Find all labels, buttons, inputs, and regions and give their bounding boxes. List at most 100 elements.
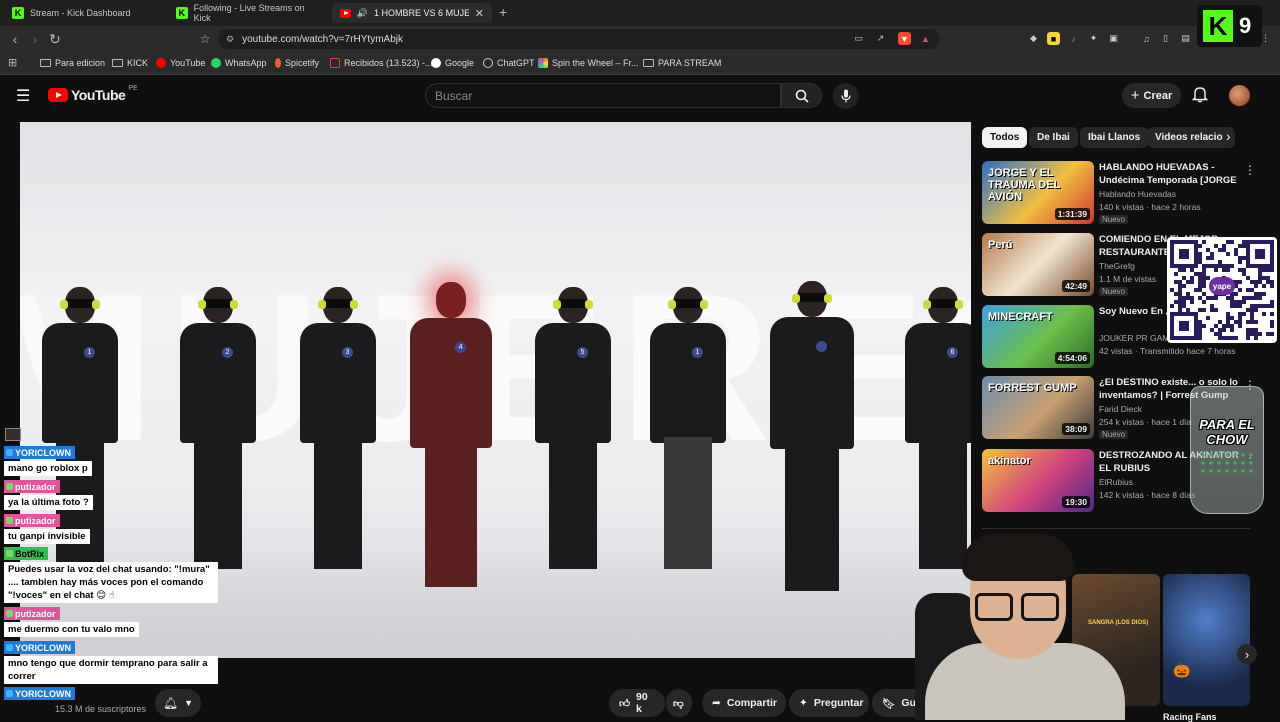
channel-name[interactable]: ElRubius [1099, 477, 1133, 487]
chat-username: putizador [4, 607, 60, 620]
bookmark-spicetify[interactable]: Spicetify [275, 55, 319, 71]
voice-search-button[interactable] [833, 83, 859, 109]
close-tab-icon[interactable]: ✕ [475, 7, 484, 20]
notifications-subscribe-button[interactable]: 🔔︎ ▼ [155, 689, 201, 717]
channel-name[interactable]: Farid Dieck [1099, 404, 1142, 414]
site-info-icon[interactable]: ⚙ [226, 34, 234, 45]
new-tab-button[interactable]: + [499, 4, 507, 20]
jersey-number [815, 341, 827, 352]
video-meta: 42 vistas · Transmitido hace 7 horas [1099, 346, 1236, 356]
reload-button[interactable]: ↻ [46, 30, 64, 48]
streamer-hair [962, 533, 1074, 581]
badge-icon [6, 610, 13, 617]
bookmark-label: Para edicion [55, 58, 106, 68]
streamer-webcam [915, 533, 1125, 720]
bookmark-youtube[interactable]: YouTube [156, 55, 205, 71]
video-duration: 4:54:06 [1054, 352, 1090, 364]
apps-grid-icon[interactable]: ⊞ [8, 56, 17, 69]
chat-username-text: BotRix [15, 548, 44, 559]
bookmark-google[interactable]: Google [431, 55, 474, 71]
video-thumbnail[interactable]: Perú 42:49 [982, 233, 1094, 296]
video-thumbnail[interactable]: JORGE Y EL TRAUMA DEL AVIÓN 1:31:39 [982, 161, 1094, 224]
extensions-puzzle-icon[interactable]: ✦ [1087, 32, 1100, 45]
yape-qr-code: yape [1167, 237, 1277, 343]
share-icon[interactable]: ↗ [874, 32, 887, 45]
folder-icon [112, 59, 123, 67]
wallet-icon[interactable]: ▤ [1179, 32, 1192, 45]
video-thumbnail[interactable]: FORREST GUMP 38:09 [982, 376, 1094, 439]
extension-diamond-icon[interactable]: ◆ [1027, 32, 1040, 45]
chip-de-ibai[interactable]: De Ibai [1029, 127, 1078, 148]
bookmark-chatgpt[interactable]: ChatGPT [483, 55, 535, 71]
video-thumbnail[interactable]: MINECRAFT 4:54:06 [982, 305, 1094, 368]
extension-sound-icon[interactable]: ♪ [1067, 32, 1080, 45]
audio-playing-icon[interactable]: 🔊 [357, 8, 368, 19]
kick-viewer-badge: K 9 [1197, 5, 1262, 47]
chat-username: YORICLOWN [4, 641, 75, 654]
brave-shield-icon[interactable]: ▼ [898, 32, 911, 45]
bookmark-whatsapp[interactable]: WhatsApp [211, 55, 267, 71]
chat-username: YORICLOWN [4, 446, 75, 459]
jar-label: PARA EL CHOW [1199, 417, 1255, 447]
chip-todos[interactable]: Todos [982, 127, 1028, 148]
short-thumbnail[interactable]: 🎃 [1163, 574, 1250, 706]
like-button[interactable]: 👍︎ 90 k [609, 689, 665, 717]
jar-coins [1199, 451, 1255, 477]
chat-username: YORICLOWN [4, 687, 75, 700]
bookmark-para-stream[interactable]: PARA STREAM [643, 55, 721, 71]
create-button[interactable]: + Crear [1122, 83, 1181, 108]
bookmark-label: YouTube [170, 58, 206, 68]
jersey-number: 1 [692, 347, 703, 358]
more-options-icon[interactable]: ⋮ [1244, 163, 1256, 177]
forward-button[interactable]: › [26, 30, 44, 48]
youtube-logo[interactable]: YouTube PE [48, 85, 138, 103]
browser-tab-bar: K Stream - Kick Dashboard K Following - … [0, 0, 1280, 26]
share-arrow-icon: ➦ [712, 697, 721, 709]
bookmarks-bar: ⊞ Para edicion KICK YouTube WhatsApp Spi… [0, 52, 1280, 75]
yape-logo: yape [1209, 277, 1235, 295]
bookmark-gmail[interactable]: Recibidos (13.523) -... [330, 55, 433, 71]
search-button[interactable] [781, 83, 822, 108]
back-button[interactable]: ‹ [6, 30, 24, 48]
hamburger-menu-icon[interactable]: ☰ [16, 86, 30, 106]
chat-username: BotRix [4, 547, 48, 560]
tab-kick-dashboard[interactable]: K Stream - Kick Dashboard [4, 3, 164, 23]
dislike-button[interactable]: 👎︎ [666, 689, 692, 717]
sidebar-toggle-icon[interactable]: ▯ [1159, 32, 1172, 45]
search-placeholder: Buscar [435, 88, 473, 103]
bookmark-para-edicion[interactable]: Para edicion [40, 55, 105, 71]
channel-name[interactable]: TheGrefg [1099, 261, 1135, 271]
mail-icon [330, 58, 340, 68]
url-text: youtube.com/watch?v=7rHYtymAbjk [242, 33, 403, 45]
cast-icon[interactable]: ▭ [852, 32, 865, 45]
avatar[interactable] [1229, 85, 1250, 106]
bookmark-spin-wheel[interactable]: Spin the Wheel – Fr... [538, 55, 639, 71]
create-label: Crear [1143, 89, 1173, 102]
extension-notes-icon[interactable]: ■ [1047, 32, 1060, 45]
recommendation-item[interactable]: JORGE Y EL TRAUMA DEL AVIÓN 1:31:39 HABL… [982, 161, 1272, 225]
jersey-number: 2 [222, 347, 233, 358]
chevron-right-icon[interactable]: › [1226, 128, 1231, 144]
jersey-number: 6 [947, 347, 958, 358]
badge-icon [6, 517, 13, 524]
channel-name[interactable]: Hablando Huevadas [1099, 189, 1176, 199]
tab-kick-following[interactable]: K Following - Live Streams on Kick [168, 3, 328, 23]
notifications-button[interactable] [1191, 85, 1209, 106]
url-field[interactable]: ⚙ youtube.com/watch?v=7rHYtymAbjk [218, 29, 940, 49]
bookmark-star-icon[interactable]: ☆ [196, 30, 214, 48]
bookmark-kick[interactable]: KICK [112, 55, 148, 71]
video-duration: 42:49 [1062, 280, 1090, 292]
shorts-next-button[interactable]: › [1237, 644, 1257, 664]
search-input[interactable]: Buscar [425, 83, 781, 108]
share-button[interactable]: ➦ Compartir [702, 689, 786, 717]
media-control-icon[interactable]: ♫ [1140, 32, 1153, 45]
video-title[interactable]: HABLANDO HUEVADAS - Undécima Temporada [… [1099, 161, 1241, 187]
video-thumbnail[interactable]: akinator 19:30 [982, 449, 1094, 512]
chip-ibai-llanos[interactable]: Ibai Llanos [1080, 127, 1149, 148]
chip-videos-relacionados[interactable]: Videos relacio [1147, 127, 1235, 148]
tab-youtube-video[interactable]: 🔊 1 HOMBRE VS 6 MUJERES - Y ✕ [332, 3, 492, 23]
brave-rewards-icon[interactable]: ▲ [919, 32, 932, 45]
video-meta: 140 k vistas · hace 2 horas [1099, 202, 1201, 212]
ask-button[interactable]: ✦ Preguntar [789, 689, 869, 717]
extension-box-icon[interactable]: ▣ [1107, 32, 1120, 45]
